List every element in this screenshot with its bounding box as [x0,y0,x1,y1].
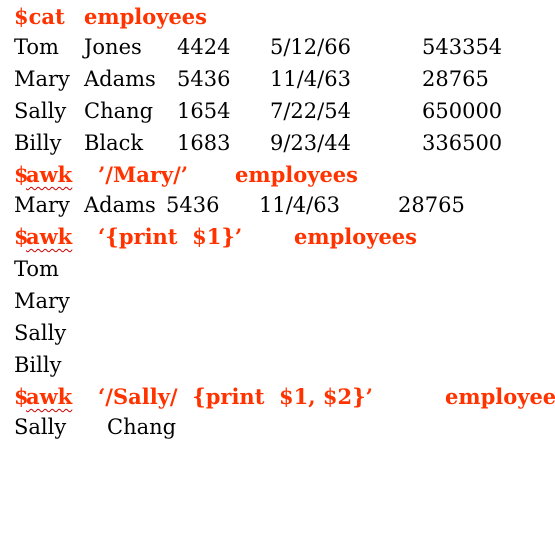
table-row: Mary Adams 5436 11/4/63 28765 [14,66,489,92]
phone: 4424 [177,35,231,59]
awk-sally-output: Sally Chang [14,414,176,440]
awk-mary-output: Mary Adams 5436 11/4/63 28765 [14,192,465,218]
table-row: Sally Chang 1654 7/22/54 650000 [14,98,502,124]
phone: 1654 [177,99,231,123]
salary: 650000 [422,99,503,123]
last-name: Adams [84,193,156,217]
date: 5/12/66 [270,35,351,59]
cat-prompt: $cat [14,4,65,29]
awk-pattern: ’/Mary/’ [98,162,189,187]
awk-filename: employees [235,162,358,187]
awk-keyword: awk [26,224,73,249]
awk-keyword: awk [26,162,73,187]
awk-filename: employees [445,384,555,409]
table-row: Tom Jones 4424 5/12/66 543354 [14,34,502,60]
cat-filename: employees [84,4,207,29]
list-item: Sally [14,321,67,345]
last-name: Adams [84,67,156,91]
table-row: Billy Black 1683 9/23/44 336500 [14,130,502,156]
salary: 28765 [422,67,489,91]
list-item: Mary [14,289,70,313]
first-name: Billy [14,131,62,155]
first-name: Mary [14,67,70,91]
last-name: Chang [84,99,154,123]
date: 9/23/44 [270,131,351,155]
last-name: Chang [107,415,177,439]
cat-command-line: $cat employees [14,4,207,30]
date: 11/4/63 [259,193,340,217]
phone: 1683 [177,131,231,155]
phone: 5436 [177,67,231,91]
awk-keyword: awk [26,384,73,409]
first-name: Sally [14,415,67,439]
awk-mary-command-line: $ awk ’/Mary/’ employees [14,162,358,188]
salary: 28765 [398,193,465,217]
salary: 336500 [422,131,503,155]
date: 7/22/54 [270,99,351,123]
awk-program: ‘{print $1}’ [98,224,243,249]
awk-print-command-line: $ awk ‘{print $1}’ employees [14,224,417,250]
awk-sally-command-line: $ awk ‘/Sally/ {print $1, $2}’ employees [14,384,555,410]
first-name: Mary [14,193,70,217]
first-name: Sally [14,99,67,123]
phone: 5436 [166,193,220,217]
awk-filename: employees [294,224,417,249]
date: 11/4/63 [270,67,351,91]
last-name: Black [84,131,144,155]
first-name: Tom [14,35,59,59]
last-name: Jones [84,35,142,59]
list-item: Billy [14,353,62,377]
awk-program: ‘/Sally/ {print $1, $2}’ [98,384,373,409]
list-item: Tom [14,257,59,281]
salary: 543354 [422,35,503,59]
